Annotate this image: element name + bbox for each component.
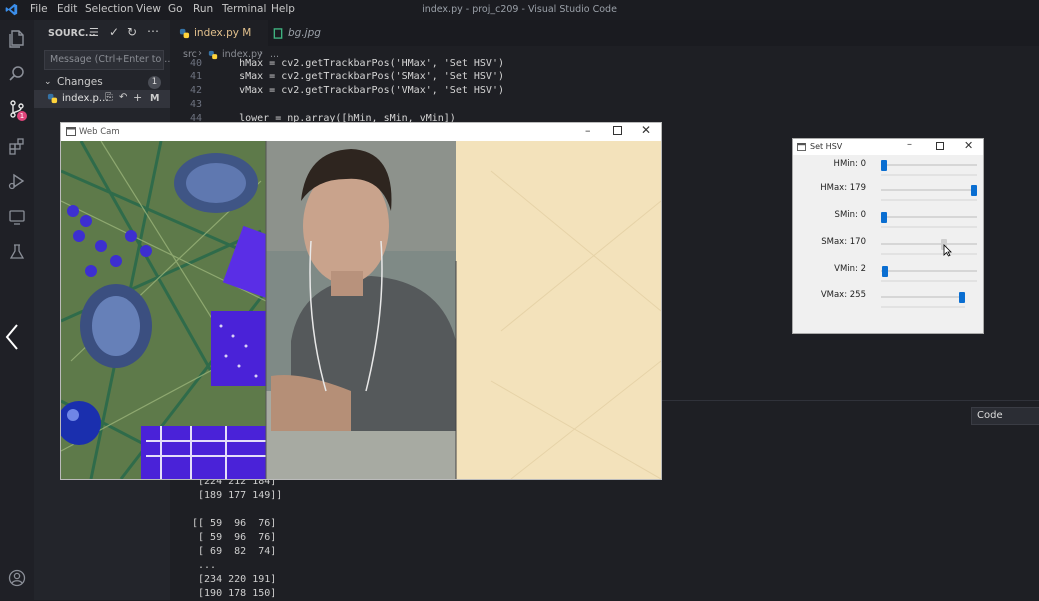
hmax-thumb[interactable] <box>971 185 977 196</box>
run-debug-icon[interactable] <box>7 171 27 191</box>
chevron-down-icon[interactable]: ⌄ <box>44 77 52 87</box>
tab-label: bg.jpg <box>288 27 321 39</box>
line-number: 41 <box>189 71 202 82</box>
open-file-icon[interactable]: ⎘ <box>105 92 113 103</box>
activity-bar: 1 <box>0 20 34 600</box>
smin-slider-row: SMin: 0 <box>793 210 983 236</box>
title-bar: File Edit Selection View Go Run Terminal… <box>0 0 1039 20</box>
vmin-thumb[interactable] <box>881 266 888 277</box>
image-file-icon <box>273 28 283 39</box>
minimize-icon[interactable]: – <box>907 139 912 150</box>
webcam-video-feed <box>61 141 661 479</box>
hsv-title-bar[interactable]: Set HSV – ✕ <box>793 139 983 155</box>
hsv-title: Set HSV <box>810 142 843 151</box>
commit-message-placeholder: Message (Ctrl+Enter to ... <box>50 54 174 65</box>
hmax-label: HMax: 179 <box>820 183 866 193</box>
smax-track[interactable] <box>881 243 977 245</box>
vmax-thumb[interactable] <box>959 292 965 303</box>
more-actions-icon[interactable]: ⋯ <box>147 24 159 38</box>
vmin-label: VMin: 2 <box>834 264 866 274</box>
mouse-cursor-icon <box>943 244 952 257</box>
tab-bg-jpg[interactable]: bg.jpg <box>268 20 358 46</box>
terminal-line: ... <box>192 560 217 571</box>
vmin-track-shadow <box>881 280 977 282</box>
remote-explorer-icon[interactable] <box>7 207 27 227</box>
terminal-line: [189 177 149]] <box>192 490 283 501</box>
close-icon[interactable]: ✕ <box>641 123 651 137</box>
vmax-track-shadow <box>881 306 965 308</box>
chevron-left-icon[interactable] <box>4 323 20 351</box>
webcam-title-bar[interactable]: Web Cam – ✕ <box>61 123 661 141</box>
hmin-label: HMin: 0 <box>833 159 866 169</box>
tab-index-py[interactable]: index.py M <box>170 20 268 46</box>
tab-label: index.py M <box>194 27 252 39</box>
file-status-modified: M <box>150 93 160 104</box>
output-channel-value: Code <box>977 410 1003 421</box>
explorer-icon[interactable] <box>7 29 27 49</box>
minimize-icon[interactable]: – <box>585 124 591 137</box>
search-icon[interactable] <box>7 64 27 84</box>
window-app-icon <box>797 143 806 151</box>
hmin-track[interactable] <box>881 164 977 166</box>
close-icon[interactable]: ✕ <box>964 139 973 152</box>
webcam-frame-image <box>61 141 661 479</box>
maximize-icon[interactable] <box>613 126 622 135</box>
hmin-slider-row: HMin: 0 <box>793 157 983 183</box>
vmax-slider-row: VMax: 255 <box>793 290 983 316</box>
vmin-track[interactable] <box>881 270 977 272</box>
webcam-title: Web Cam <box>79 127 120 137</box>
changes-count-badge: 1 <box>148 76 161 89</box>
changes-label[interactable]: Changes <box>57 76 103 88</box>
terminal-line: [[ 59 96 76] <box>192 518 277 529</box>
hmin-track-shadow <box>881 174 977 176</box>
commit-check-icon[interactable]: ✓ <box>109 25 119 39</box>
webcam-window[interactable]: Web Cam – ✕ <box>60 122 662 480</box>
window-app-icon <box>66 127 76 136</box>
terminal-line: [190 178 150] <box>192 588 277 599</box>
code-line[interactable]: sMax = cv2.getTrackbarPos('SMax', 'Set H… <box>215 71 504 82</box>
hmax-track-shadow <box>881 199 977 201</box>
terminal-line: [ 69 82 74] <box>192 546 277 557</box>
testing-icon[interactable] <box>7 242 27 262</box>
code-line[interactable]: vMax = cv2.getTrackbarPos('VMax', 'Set H… <box>215 85 504 96</box>
hmin-thumb[interactable] <box>881 160 887 171</box>
stage-changes-icon[interactable]: + <box>133 91 142 104</box>
smin-thumb[interactable] <box>881 212 887 223</box>
line-number: 42 <box>189 85 202 96</box>
changed-file-name[interactable]: index.p... <box>62 93 108 104</box>
terminal-line: [234 220 191] <box>192 574 277 585</box>
set-hsv-window[interactable]: Set HSV – ✕ HMin: 0 HMax: 179 SMin: 0 SM… <box>792 138 984 334</box>
hmax-track[interactable] <box>881 189 977 191</box>
smin-track-shadow <box>881 226 977 228</box>
python-file-icon <box>47 93 58 104</box>
maximize-icon[interactable] <box>936 142 944 150</box>
refresh-icon[interactable]: ↻ <box>127 25 137 39</box>
discard-changes-icon[interactable]: ↶ <box>119 92 127 103</box>
extensions-icon[interactable] <box>7 136 27 156</box>
hmax-slider-row: HMax: 179 <box>793 183 983 209</box>
window-title: index.py - proj_c209 - Visual Studio Cod… <box>422 4 617 15</box>
line-number: 43 <box>189 99 202 110</box>
line-number: 40 <box>189 58 202 69</box>
smin-track[interactable] <box>881 216 977 218</box>
smax-track-shadow <box>881 253 977 255</box>
smax-slider-row: SMax: 170 <box>793 237 983 263</box>
output-channel-select[interactable]: Code <box>971 407 1039 425</box>
vmax-track[interactable] <box>881 296 965 298</box>
view-as-tree-icon[interactable]: ☰ <box>89 26 99 39</box>
commit-message-input[interactable]: Message (Ctrl+Enter to ... <box>44 50 173 70</box>
smin-label: SMin: 0 <box>834 210 866 220</box>
code-line[interactable]: hMax = cv2.getTrackbarPos('HMax', 'Set H… <box>215 58 504 69</box>
smax-label: SMax: 170 <box>821 237 866 247</box>
vmax-label: VMax: 255 <box>820 290 866 300</box>
accounts-icon[interactable] <box>7 568 27 588</box>
python-file-icon <box>179 28 190 39</box>
vmin-slider-row: VMin: 2 <box>793 264 983 290</box>
terminal-line: [ 59 96 76] <box>192 532 277 543</box>
changes-badge: 1 <box>17 111 27 121</box>
